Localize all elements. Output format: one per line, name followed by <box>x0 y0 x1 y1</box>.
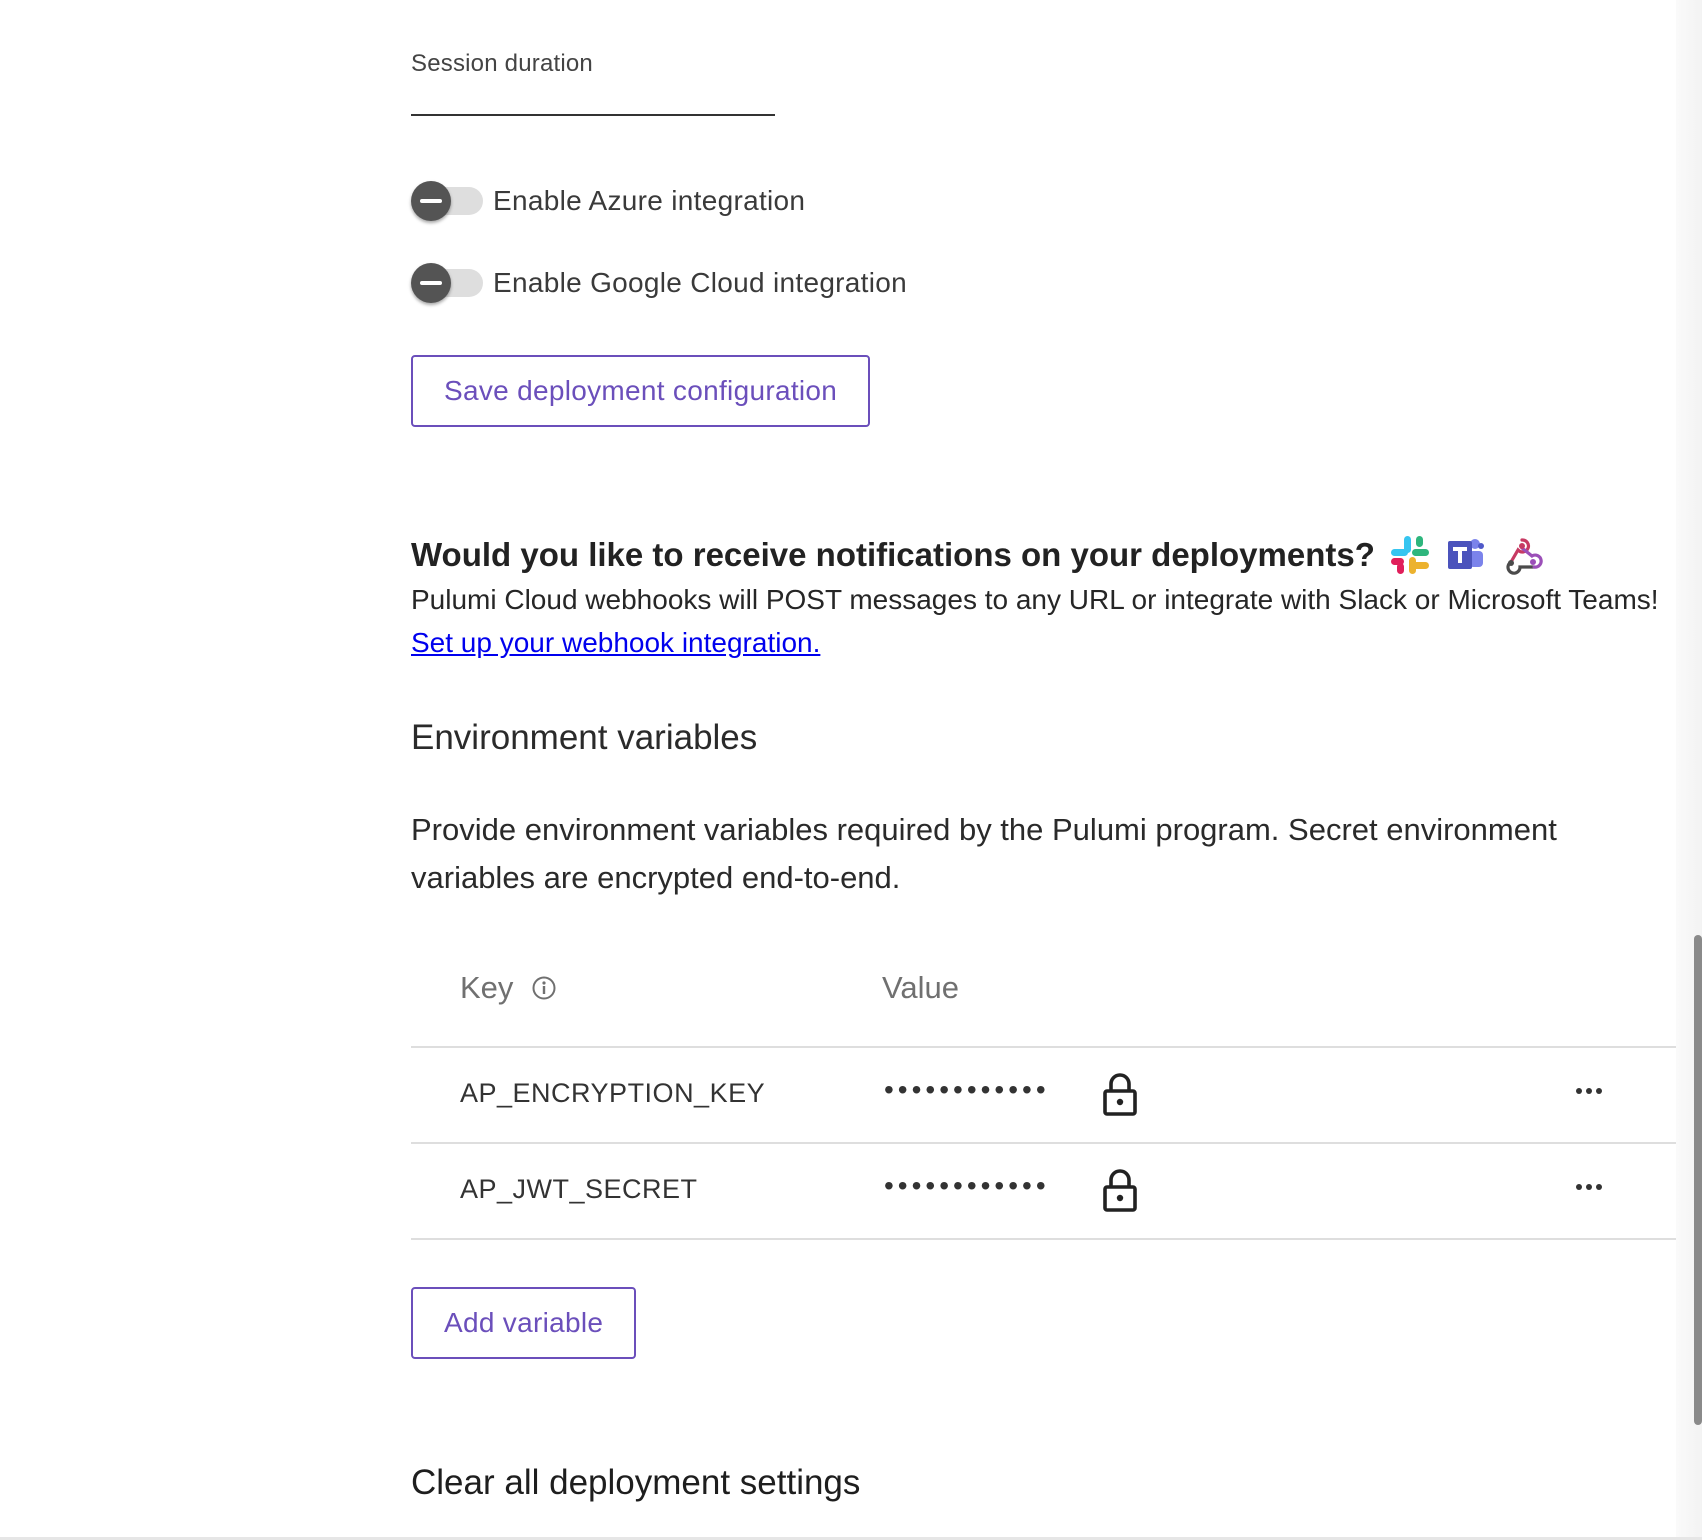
environment-variables-heading: Environment variables <box>411 718 758 757</box>
table-row: AP_JWT_SECRET •••••••••••• <box>411 1144 1686 1240</box>
notifications-text: Pulumi Cloud webhooks will POST messages… <box>411 584 1659 615</box>
environment-variables-table: Key Value AP_ENCRYPTION_KEY •••••••••••• <box>411 950 1686 1240</box>
session-duration-input[interactable] <box>411 80 775 116</box>
toggle-off-knob-icon <box>411 263 451 303</box>
session-duration-label: Session duration <box>411 50 593 77</box>
key-column-label: Key <box>460 970 514 1005</box>
clear-deployment-settings-heading: Clear all deployment settings <box>411 1463 861 1502</box>
webhook-icon <box>1506 538 1543 575</box>
scrollbar-thumb[interactable] <box>1694 935 1702 1425</box>
variable-key: AP_JWT_SECRET <box>460 1174 698 1204</box>
notifications-heading: Would you like to receive notifications … <box>411 530 1557 580</box>
google-cloud-integration-toggle[interactable] <box>411 261 483 305</box>
value-column-header: Value <box>882 970 959 1005</box>
google-cloud-integration-label: Enable Google Cloud integration <box>493 267 908 298</box>
save-deployment-configuration-button[interactable]: Save deployment configuration <box>411 355 871 427</box>
notification-integration-icons <box>1389 534 1557 576</box>
masked-secret-value: •••••••••••• <box>884 1074 1050 1105</box>
azure-integration-toggle[interactable] <box>411 179 483 223</box>
webhook-integration-link[interactable]: Set up your webhook integration. <box>411 627 820 658</box>
notifications-description: Pulumi Cloud webhooks will POST messages… <box>411 578 1681 664</box>
lock-icon[interactable] <box>1101 1072 1139 1116</box>
masked-secret-value: •••••••••••• <box>884 1170 1050 1201</box>
more-options-icon[interactable] <box>1569 1076 1609 1106</box>
add-variable-button[interactable]: Add variable <box>411 1287 637 1359</box>
more-options-icon[interactable] <box>1569 1172 1609 1202</box>
microsoft-teams-icon <box>1447 539 1484 569</box>
table-row: AP_ENCRYPTION_KEY •••••••••••• <box>411 1048 1686 1144</box>
key-column-header: Key <box>460 970 557 1006</box>
deployment-settings-content: Session duration Enable Azure integratio… <box>411 0 1686 1536</box>
azure-integration-row: Enable Azure integration <box>411 179 805 223</box>
page: Session duration Enable Azure integratio… <box>0 0 1702 1540</box>
toggle-off-knob-icon <box>411 181 451 221</box>
info-icon[interactable] <box>531 975 557 1001</box>
azure-integration-label: Enable Azure integration <box>493 185 806 216</box>
lock-icon[interactable] <box>1101 1168 1139 1212</box>
variable-key: AP_ENCRYPTION_KEY <box>460 1078 766 1108</box>
google-cloud-integration-row: Enable Google Cloud integration <box>411 261 907 305</box>
slack-icon <box>1390 536 1429 574</box>
environment-variables-description: Provide environment variables required b… <box>411 812 1557 895</box>
table-header: Key Value <box>411 950 1686 1048</box>
notifications-heading-text: Would you like to receive notifications … <box>411 536 1375 573</box>
